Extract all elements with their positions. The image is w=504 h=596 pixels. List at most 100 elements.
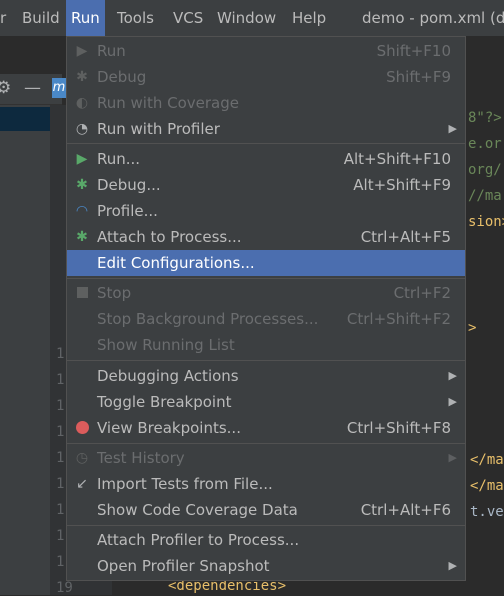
menu-code-truncated[interactable]: r bbox=[0, 0, 6, 36]
menu-item-label: Run bbox=[97, 42, 126, 60]
menu-bar: r Build Run Tools VCS Window Help demo -… bbox=[0, 0, 504, 37]
menu-run[interactable]: Run bbox=[66, 0, 105, 36]
play-icon: ▶ bbox=[76, 151, 88, 167]
menu-item-profile[interactable]: ◠ Profile... bbox=[67, 198, 465, 224]
menu-item-edit-configurations[interactable]: Edit Configurations... bbox=[67, 250, 465, 276]
code-line: e.or bbox=[468, 136, 502, 152]
code-line: org/ bbox=[468, 162, 502, 178]
gear-icon[interactable]: ⚙ bbox=[0, 78, 11, 98]
menu-item-stop-background: Stop Background Processes... Ctrl+Shift+… bbox=[67, 306, 465, 332]
menu-item-label: Profile... bbox=[97, 202, 158, 220]
menu-item-label: Stop bbox=[97, 284, 132, 302]
line-number: 1 bbox=[56, 554, 65, 570]
menu-separator bbox=[67, 278, 465, 279]
menu-separator bbox=[67, 143, 465, 144]
menu-item-shortcut: Alt+Shift+F10 bbox=[343, 150, 451, 168]
submenu-arrow-icon: ▶ bbox=[448, 395, 457, 408]
clock-icon: ◷ bbox=[75, 450, 89, 466]
submenu-arrow-icon: ▶ bbox=[448, 559, 457, 572]
menu-help[interactable]: Help bbox=[292, 0, 326, 36]
breakpoints-icon bbox=[73, 419, 91, 437]
menu-item-shortcut: Shift+F10 bbox=[376, 42, 451, 60]
code-line: 8"?> bbox=[468, 110, 502, 126]
attach-bug-icon: ✱ bbox=[76, 229, 88, 245]
menu-item-view-breakpoints[interactable]: View Breakpoints... Ctrl+Shift+F8 bbox=[67, 415, 465, 441]
menu-item-label: Import Tests from File... bbox=[97, 475, 273, 493]
menu-item-import-tests[interactable]: ↙ Import Tests from File... bbox=[67, 471, 465, 497]
menu-item-label: Run with Profiler bbox=[97, 120, 220, 138]
project-panel bbox=[0, 105, 50, 595]
menu-window[interactable]: Window bbox=[217, 0, 276, 36]
line-number: 1 bbox=[56, 450, 65, 466]
line-number: 1 bbox=[56, 502, 65, 518]
menu-separator bbox=[67, 525, 465, 526]
profiler-icon: ◔ bbox=[75, 121, 89, 137]
menu-item-shortcut: Ctrl+F2 bbox=[393, 284, 451, 302]
play-icon: ▶ bbox=[76, 43, 88, 59]
code-line: > bbox=[468, 320, 477, 336]
menu-item-label: Show Code Coverage Data bbox=[97, 501, 298, 519]
line-number: 1 bbox=[56, 424, 65, 440]
gauge-icon: ◠ bbox=[75, 203, 89, 219]
line-number: 1 bbox=[56, 476, 65, 492]
submenu-arrow-icon: ▶ bbox=[448, 122, 457, 135]
menu-vcs[interactable]: VCS bbox=[173, 0, 203, 36]
menu-item-label: Attach Profiler to Process... bbox=[97, 531, 300, 549]
menu-item-show-code-coverage[interactable]: Show Code Coverage Data Ctrl+Alt+F6 bbox=[67, 497, 465, 523]
menu-item-label: Debug... bbox=[97, 176, 161, 194]
coverage-icon: ◐ bbox=[75, 95, 89, 111]
menu-item-debug-dialog[interactable]: ✱ Debug... Alt+Shift+F9 bbox=[67, 172, 465, 198]
stop-icon bbox=[73, 284, 91, 302]
minimize-icon[interactable]: — bbox=[24, 78, 41, 98]
import-icon: ↙ bbox=[76, 476, 88, 492]
project-selected-row[interactable] bbox=[0, 107, 50, 131]
code-line: </ma bbox=[470, 452, 504, 468]
menu-item-attach-to-process[interactable]: ✱ Attach to Process... Ctrl+Alt+F5 bbox=[67, 224, 465, 250]
menu-item-run-dialog[interactable]: ▶ Run... Alt+Shift+F10 bbox=[67, 146, 465, 172]
menu-item-attach-profiler[interactable]: Attach Profiler to Process... bbox=[67, 527, 465, 553]
line-number: 19 bbox=[56, 580, 73, 596]
menu-item-show-running-list: Show Running List bbox=[67, 332, 465, 358]
menu-item-label: Test History bbox=[97, 449, 185, 467]
menu-item-run-with-profiler[interactable]: ◔ Run with Profiler ▶ bbox=[67, 116, 465, 142]
menu-item-open-profiler-snapshot[interactable]: Open Profiler Snapshot ▶ bbox=[67, 553, 465, 579]
submenu-arrow-icon: ▶ bbox=[448, 451, 457, 464]
line-number: 1 bbox=[56, 398, 65, 414]
menu-item-label: Show Running List bbox=[97, 336, 235, 354]
menu-item-label: View Breakpoints... bbox=[97, 419, 241, 437]
menu-item-label: Open Profiler Snapshot bbox=[97, 557, 270, 575]
menu-item-debug: ✱ Debug Shift+F9 bbox=[67, 64, 465, 90]
menu-item-test-history: ◷ Test History ▶ bbox=[67, 445, 465, 471]
code-editor[interactable]: 8"?> e.or org/ //ma sion> > </ma </ma t.… bbox=[467, 105, 504, 595]
menu-item-shortcut: Ctrl+Alt+F5 bbox=[360, 228, 451, 246]
menu-separator bbox=[67, 443, 465, 444]
submenu-arrow-icon: ▶ bbox=[448, 369, 457, 382]
code-line: t.ve bbox=[470, 504, 504, 520]
menu-separator bbox=[67, 360, 465, 361]
menu-item-toggle-breakpoint[interactable]: Toggle Breakpoint ▶ bbox=[67, 389, 465, 415]
code-line: //ma bbox=[468, 188, 502, 204]
menu-build[interactable]: Build bbox=[22, 0, 60, 36]
line-number: 1 bbox=[56, 372, 65, 388]
menu-item-label: Toggle Breakpoint bbox=[97, 393, 232, 411]
menu-tools[interactable]: Tools bbox=[117, 0, 154, 36]
menu-item-shortcut: Ctrl+Alt+F6 bbox=[360, 501, 451, 519]
menu-item-run-with-coverage: ◐ Run with Coverage bbox=[67, 90, 465, 116]
menu-item-label: Run... bbox=[97, 150, 141, 168]
line-number: 1 bbox=[56, 346, 65, 362]
menu-item-run: ▶ Run Shift+F10 bbox=[67, 38, 465, 64]
menu-item-shortcut: Ctrl+Shift+F2 bbox=[346, 310, 451, 328]
menu-item-label: Run with Coverage bbox=[97, 94, 239, 112]
menu-item-label: Attach to Process... bbox=[97, 228, 242, 246]
menu-item-label: Debugging Actions bbox=[97, 367, 239, 385]
menu-item-label: Debug bbox=[97, 68, 147, 86]
line-number: 1 bbox=[56, 528, 65, 544]
code-line: sion> bbox=[468, 214, 504, 230]
menu-item-debugging-actions[interactable]: Debugging Actions ▶ bbox=[67, 363, 465, 389]
editor-tab-icon[interactable]: m bbox=[52, 78, 66, 98]
menu-item-shortcut: Alt+Shift+F9 bbox=[353, 176, 451, 194]
bug-icon: ✱ bbox=[76, 177, 88, 193]
menu-item-shortcut: Shift+F9 bbox=[386, 68, 451, 86]
menu-item-shortcut: Ctrl+Shift+F8 bbox=[346, 419, 451, 437]
run-menu-dropdown: ▶ Run Shift+F10 ✱ Debug Shift+F9 ◐ Run w… bbox=[66, 36, 466, 581]
